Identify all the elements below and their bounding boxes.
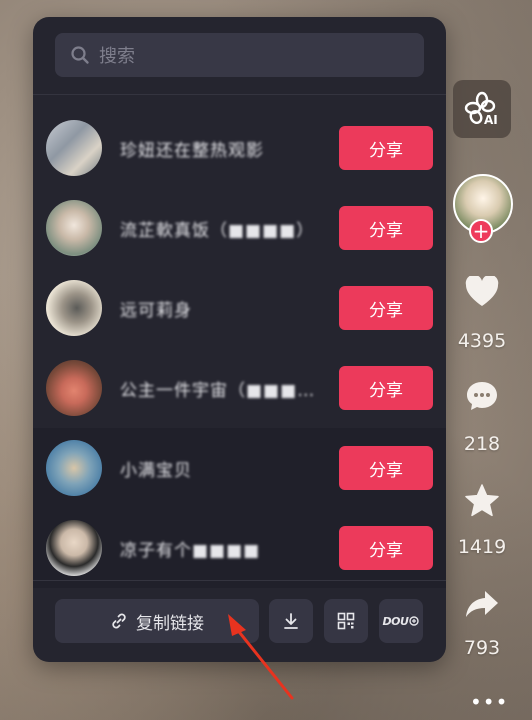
share-button[interactable] <box>462 584 502 624</box>
contact-row[interactable]: 珍妞还在整热观影 分享 <box>33 108 446 188</box>
dou-label: DOU <box>382 614 409 628</box>
share-button[interactable]: 分享 <box>339 526 433 570</box>
contact-row[interactable]: 流芷軟真饭（■■■■） 分享 <box>33 188 446 268</box>
avatar <box>46 120 102 176</box>
share-arrow-icon <box>466 591 498 617</box>
avatar <box>46 520 102 576</box>
qrcode-button[interactable] <box>324 599 368 643</box>
share-button[interactable]: 分享 <box>339 446 433 490</box>
ai-button[interactable]: AI <box>453 80 511 138</box>
favorite-button[interactable] <box>462 481 502 521</box>
search-input[interactable]: 搜索 <box>99 42 135 68</box>
ai-flower-icon: AI <box>464 91 498 127</box>
contact-name: 凉子有个■■■■ <box>120 540 261 561</box>
download-button[interactable] <box>269 599 313 643</box>
search-icon <box>71 46 89 64</box>
qrcode-icon <box>337 612 355 630</box>
share-panel: 搜索 珍妞还在整热观影 分享 流芷軟真饭（■■■■） 分享 远可莉身 分享 公主… <box>33 17 446 662</box>
copy-link-button[interactable]: 复制链接 <box>55 599 259 643</box>
action-bar: 复制链接 DOU <box>33 581 446 662</box>
divider <box>33 94 446 95</box>
avatar <box>46 440 102 496</box>
avatar <box>46 280 102 336</box>
star-icon <box>465 484 499 517</box>
contact-row[interactable]: 凉子有个■■■■ 分享 <box>33 508 446 588</box>
contact-name: 公主一件宇宙（■■■■… <box>120 380 320 401</box>
heart-icon <box>465 276 499 306</box>
share-button[interactable]: 分享 <box>339 126 433 170</box>
avatar <box>46 360 102 416</box>
share-button[interactable]: 分享 <box>339 366 433 410</box>
link-icon <box>112 613 126 629</box>
comment-count: 218 <box>463 433 501 455</box>
follow-button[interactable]: + <box>469 219 493 243</box>
contact-row[interactable]: 公主一件宇宙（■■■■… 分享 <box>33 348 446 428</box>
share-count: 793 <box>463 637 501 659</box>
comment-button[interactable] <box>462 376 502 416</box>
search-bar[interactable]: 搜索 <box>55 33 424 77</box>
right-action-rail: AI + 4395 218 1419 793 ••• <box>450 0 532 720</box>
contact-row[interactable]: 小满宝贝 分享 <box>33 428 446 508</box>
dou-button[interactable]: DOU <box>379 599 423 643</box>
share-button[interactable]: 分享 <box>339 206 433 250</box>
contact-list: 珍妞还在整热观影 分享 流芷軟真饭（■■■■） 分享 远可莉身 分享 公主一件宇… <box>33 108 446 588</box>
copy-link-label: 复制链接 <box>136 613 204 634</box>
contact-name: 小满宝贝 <box>120 460 192 481</box>
download-icon <box>284 613 298 629</box>
contact-name: 珍妞还在整热观影 <box>120 140 264 161</box>
contact-name: 流芷軟真饭（■■■■） <box>120 220 315 241</box>
like-button[interactable] <box>462 272 502 312</box>
share-button[interactable]: 分享 <box>339 286 433 330</box>
comment-icon <box>467 382 497 410</box>
dou-plus-icon <box>409 616 420 626</box>
avatar <box>46 200 102 256</box>
contact-row[interactable]: 远可莉身 分享 <box>33 268 446 348</box>
favorite-count: 1419 <box>457 536 507 558</box>
like-count: 4395 <box>457 330 507 352</box>
svg-text:AI: AI <box>484 113 498 127</box>
contact-name: 远可莉身 <box>120 300 192 321</box>
more-icon[interactable]: ••• <box>470 690 508 714</box>
